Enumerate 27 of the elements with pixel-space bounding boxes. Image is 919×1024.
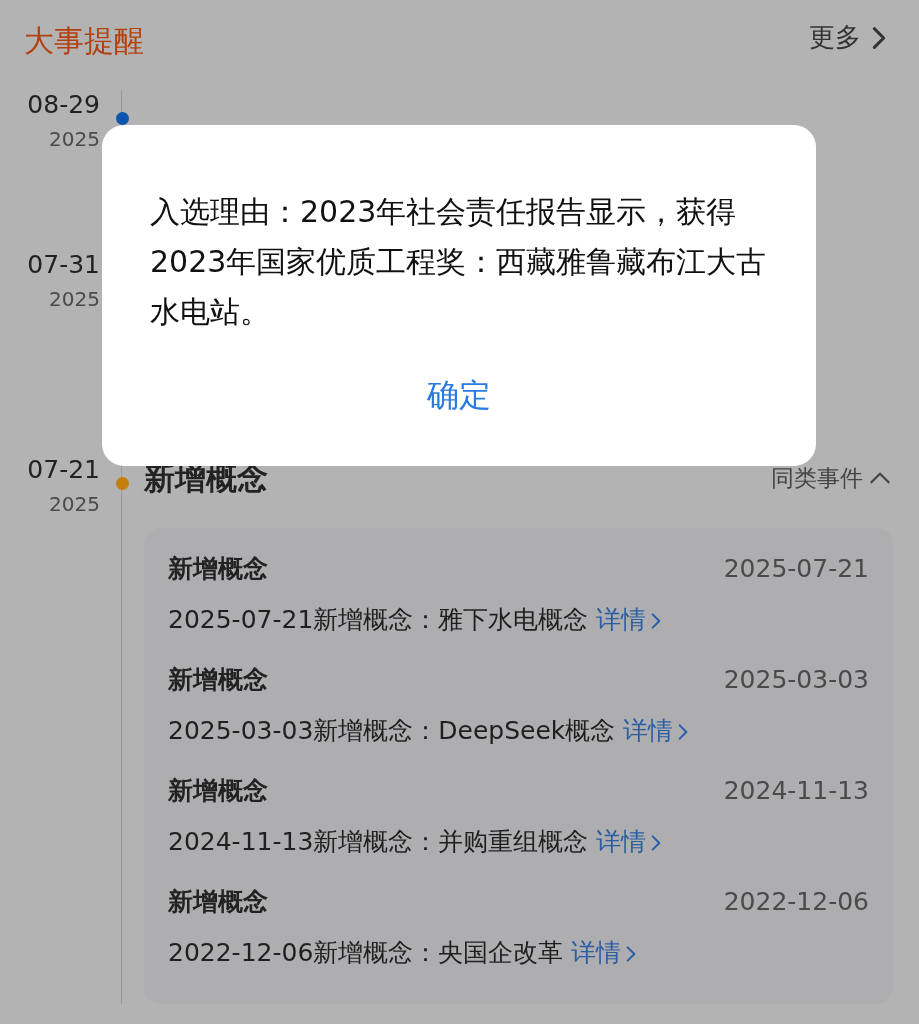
event-year: 2025 [48,126,100,153]
item-date: 2025-07-21 [723,552,869,585]
item-date: 2025-03-03 [723,663,869,696]
more-link[interactable]: 更多 [809,18,893,57]
item-description: 2025-03-03新增概念：DeepSeek概念 详情 [168,712,869,750]
confirm-button[interactable]: 确定 [411,363,507,427]
details-link[interactable]: 详情 [596,605,667,634]
event-year: 2025 [48,491,100,518]
item-title: 新增概念 [168,885,268,918]
item-description: 2025-07-21新增概念：雅下水电概念 详情 [168,601,869,639]
details-link[interactable]: 详情 [623,716,694,745]
similar-events-toggle[interactable]: 同类事件 [771,461,893,496]
event-year: 2025 [48,286,100,313]
event-date: 07-21 [26,455,100,485]
event-date: 08-29 [26,90,100,120]
dialog-message: 入选理由：2023年社会责任报告显示，获得2023年国家优质工程奖：西藏雅鲁藏布江大古水电站。 [150,193,768,331]
item-title: 新增概念 [168,552,268,585]
details-link[interactable]: 详情 [596,827,667,856]
event-date: 07-31 [26,250,100,280]
item-title: 新增概念 [168,774,268,807]
item-description: 2024-11-13新增概念：并购重组概念 详情 [168,823,869,861]
section-title: 大事提醒 [24,22,144,60]
item-description: 2022-12-06新增概念：央国企改革 详情 [168,934,869,972]
item-title: 新增概念 [168,663,268,696]
item-date: 2022-12-06 [723,885,869,918]
item-date: 2024-11-13 [723,774,869,807]
details-link[interactable]: 详情 [571,938,642,967]
